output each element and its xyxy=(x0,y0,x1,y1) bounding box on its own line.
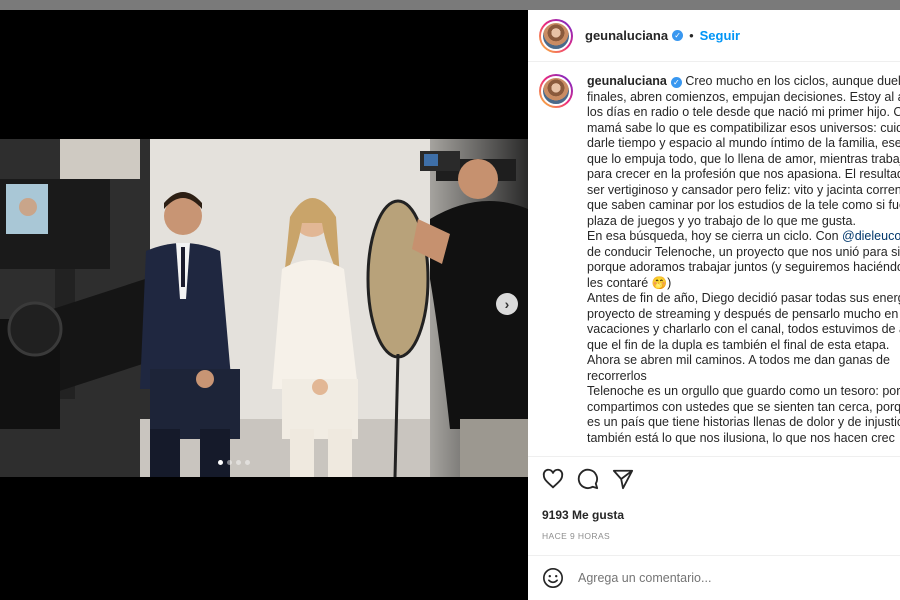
caption-line: es un país que tiene historias llenas de… xyxy=(587,415,900,429)
caption-username[interactable]: geunaluciana xyxy=(587,74,667,88)
next-slide-button[interactable]: › xyxy=(496,293,518,315)
carousel-indicator xyxy=(218,460,250,465)
post-side-panel: geunaluciana ✓ • Seguir geunaluciana ✓ Cr… xyxy=(528,10,900,600)
chevron-right-icon: › xyxy=(504,296,510,312)
caption-line: les contaré 🤭) xyxy=(587,275,672,290)
browser-top-strip xyxy=(0,0,900,10)
comment-bar xyxy=(528,555,900,600)
post-actions: 9193 Me gusta HACE 9 HORAS xyxy=(528,456,900,541)
caption-line: darle tiempo y espacio al mundo íntimo d… xyxy=(587,136,900,150)
mention-link[interactable]: @dieleuco xyxy=(842,229,900,243)
caption-text: geunaluciana ✓ Creo mucho en los ciclos, … xyxy=(587,74,900,456)
author-avatar[interactable] xyxy=(539,18,573,53)
caption-line: plaza de juegos y yo trabajo de lo que m… xyxy=(587,213,856,228)
caption-line: de conducir Telenoche, un proyecto que n… xyxy=(587,244,900,259)
caption-line: ser vertiginoso y cansador pero feliz: v… xyxy=(587,182,900,197)
carousel-dot-3 xyxy=(236,460,241,465)
follow-button[interactable]: Seguir xyxy=(700,28,740,43)
photo-illustration xyxy=(0,139,528,477)
caption-line: los días en radio o tele desde que nació… xyxy=(587,105,900,119)
caption-line: Creo mucho en los ciclos, aunque duelan xyxy=(685,74,900,88)
heart-icon[interactable] xyxy=(542,468,564,490)
carousel-dot-1 xyxy=(218,460,223,465)
author-username[interactable]: geunaluciana xyxy=(585,28,668,43)
caption-line: para crecer en la profesión que nos apas… xyxy=(587,167,900,181)
caption-line: Antes de fin de año, Diego decidió pasar… xyxy=(587,291,900,305)
caption-line: también está lo que nos ilusiona, lo que… xyxy=(587,430,895,445)
header-separator: • xyxy=(689,28,694,43)
post-media: › xyxy=(0,10,528,600)
caption-line: que saben caminar por los estudios de la… xyxy=(587,198,900,212)
post-caption: geunaluciana ✓ Creo mucho en los ciclos, … xyxy=(539,74,900,456)
caption-line: que lo empuja todo, que lo llena de amor… xyxy=(587,151,900,166)
post-photo xyxy=(0,139,528,477)
comment-input[interactable] xyxy=(578,571,878,585)
carousel-dot-4 xyxy=(245,460,250,465)
caption-line: finales, abren comienzos, empujan decisi… xyxy=(587,89,900,104)
verified-badge-icon: ✓ xyxy=(670,77,682,88)
caption-line: Telenoche es un orgullo que guardo como … xyxy=(587,384,900,398)
caption-line: proyecto de streaming y después de pensa… xyxy=(587,306,900,321)
caption-line: vacaciones y charlarlo con el canal, tod… xyxy=(587,322,900,336)
post-header: geunaluciana ✓ • Seguir xyxy=(528,10,900,62)
post-timestamp: HACE 9 HORAS xyxy=(542,531,611,541)
caption-line: En esa búsqueda, hoy se cierra un ciclo.… xyxy=(587,229,843,243)
paper-plane-icon[interactable] xyxy=(612,468,634,490)
verified-badge-icon: ✓ xyxy=(672,30,684,41)
caption-line: mamá sabe lo que es compatibilizar esos … xyxy=(587,120,900,135)
caption-line: recorrerlos xyxy=(587,368,647,383)
caption-line: compartimos con ustedes que se sienten t… xyxy=(587,399,900,414)
caption-line: porque adoramos trabajar juntos (y segui… xyxy=(587,260,900,274)
likes-count[interactable]: 9193 Me gusta xyxy=(528,508,900,522)
caption-line: que el fin de la dupla es también el fin… xyxy=(587,337,890,352)
emoji-icon[interactable] xyxy=(542,567,564,589)
caption-avatar[interactable] xyxy=(539,74,573,108)
caption-line: Ahora se abren mil caminos. A todos me d… xyxy=(587,353,890,367)
action-icons xyxy=(528,467,900,491)
comment-icon[interactable] xyxy=(577,468,599,490)
carousel-dot-2 xyxy=(227,460,232,465)
